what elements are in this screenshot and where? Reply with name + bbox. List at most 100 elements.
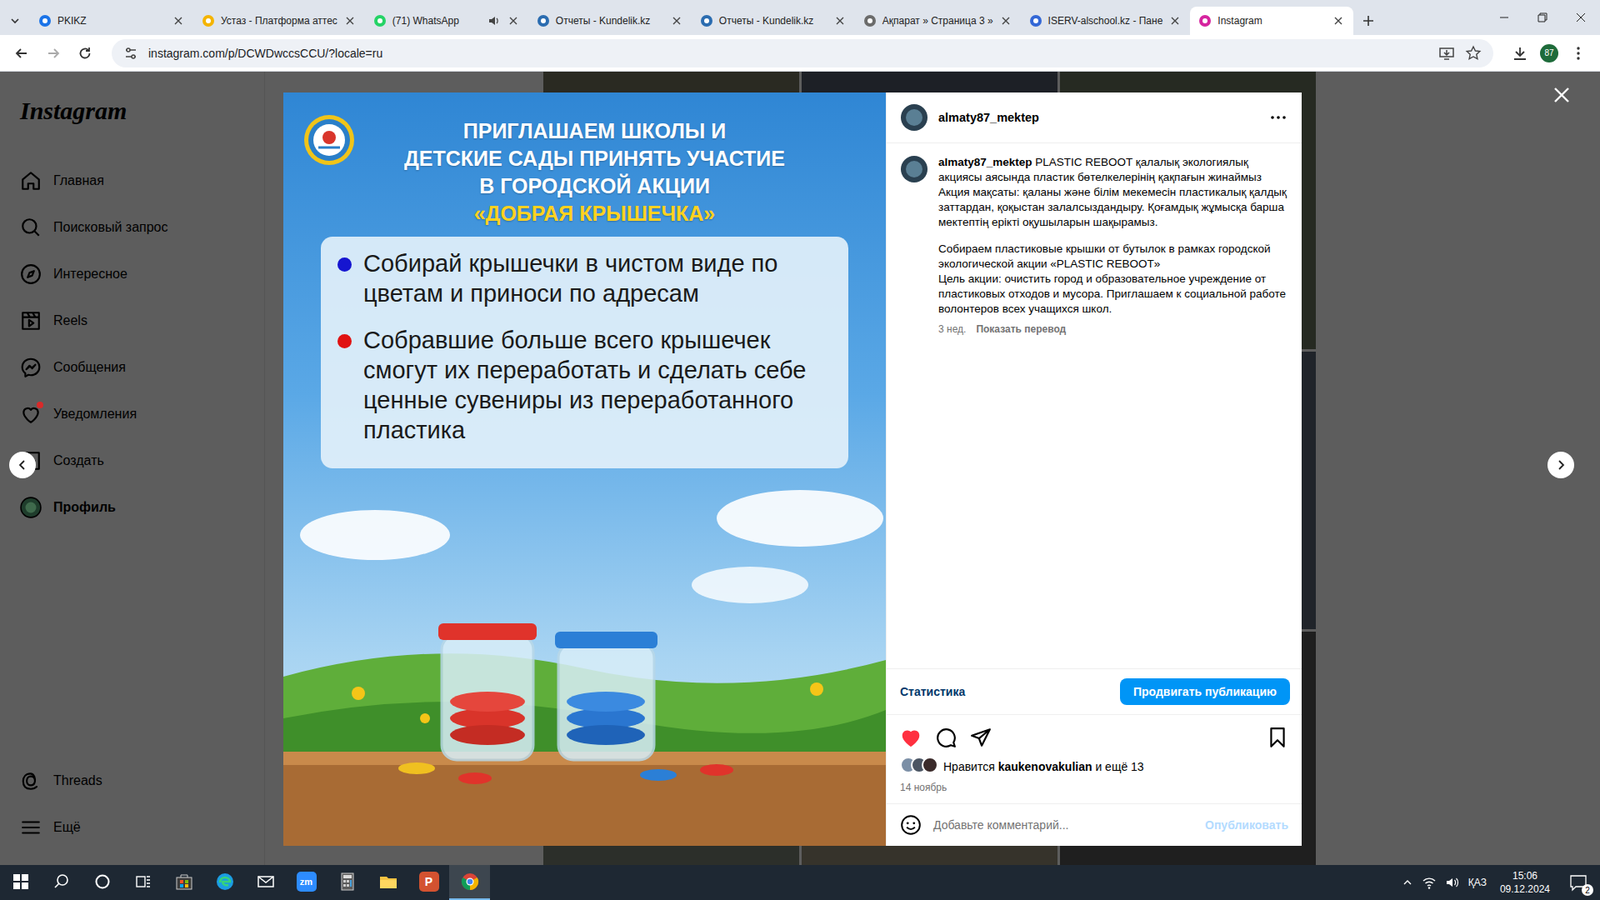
nav-icon [20,170,42,192]
download-icon[interactable] [1511,45,1529,62]
author-name[interactable]: almaty87_mektep [938,110,1040,125]
address-bar[interactable]: instagram.com/p/DCWDwccsCCU/?locale=ru [111,39,1494,68]
nav-item[interactable]: Reels [10,300,255,341]
restore-icon [1537,12,1548,23]
wifi-icon[interactable] [1421,875,1437,890]
nav-item[interactable]: Уведомления [10,394,255,435]
close-tab-icon[interactable] [833,14,847,28]
cortana-button[interactable] [81,865,123,900]
browser-tab[interactable]: Устаз - Платформа аттес [193,6,365,35]
back-icon[interactable] [13,45,30,62]
language-indicator[interactable]: ҚАЗ [1468,876,1487,889]
restore-button[interactable] [1523,0,1562,35]
close-tab-icon[interactable] [1331,14,1345,28]
tab-label: Устаз - Платформа аттес [220,15,338,27]
caption-author[interactable]: almaty87_mektep [938,155,1033,169]
start-button[interactable] [0,865,41,900]
nav-item[interactable]: Threads [10,760,255,801]
bullet-dot [337,257,352,272]
instagram-logo[interactable]: Instagram [10,96,255,139]
bookmark-icon[interactable] [1266,726,1289,749]
statistics-link[interactable]: Статистика [900,685,965,699]
new-tab-button[interactable] [1353,6,1384,35]
nav-item[interactable]: Ещё [10,807,255,848]
more-options-icon[interactable] [1268,107,1289,128]
site-info-icon[interactable] [123,45,139,61]
nav-item[interactable]: Создать [10,440,255,481]
close-tab-icon[interactable] [171,14,185,28]
close-window-button[interactable] [1561,0,1600,35]
nav-label: Главная [53,173,105,189]
stats-row: Статистика Продвигать публикацию [886,668,1302,715]
close-tab-icon[interactable] [343,14,357,28]
comment-input[interactable]: Добавьте комментарий... [933,818,1194,832]
tab-label: ISERV-alschool.kz - Пане [1048,15,1164,27]
taskbar-app[interactable] [367,865,409,900]
browser-tab[interactable]: Ақпарат » Страница 3 » [855,6,1021,35]
forward-icon[interactable] [45,45,62,62]
star-icon[interactable] [1465,45,1482,62]
close-modal-button[interactable] [1548,81,1575,109]
share-icon[interactable] [970,726,992,749]
speaker-icon[interactable] [487,14,501,28]
browser-tab[interactable]: Instagram [1190,6,1354,35]
heart-icon[interactable] [900,726,922,749]
taskbar-app[interactable] [163,865,205,900]
publish-button[interactable]: Опубликовать [1205,818,1289,832]
comment-icon[interactable] [935,726,957,749]
author-avatar-icon[interactable] [900,103,929,132]
reload-icon[interactable] [76,45,94,62]
tab-search-button[interactable] [0,6,30,35]
caption-paragraph: almaty87_mektep PLASTIC REBOOT қалалық э… [938,155,1289,230]
taskbar-app[interactable]: zm [285,865,327,900]
tab-strip: PKIKZ Устаз - Платформа аттес (71) WhatsAp… [0,0,1600,35]
browser-tab[interactable]: ISERV-alschool.kz - Пане [1020,6,1191,35]
post-actions [886,714,1302,755]
chevron-up-icon[interactable] [1401,876,1414,889]
nav-item[interactable]: Поисковый запрос [10,207,255,248]
browser-tab[interactable]: (71) WhatsApp [365,6,529,35]
nav-item[interactable]: Главная [10,160,255,201]
browser-tab[interactable]: PKIKZ [30,6,194,35]
browser-toolbar: instagram.com/p/DCWDwccsCCU/?locale=ru 87 [0,35,1600,72]
nav-label: Создать [53,453,105,469]
search-button[interactable] [40,865,82,900]
taskbar-app[interactable]: P [408,865,450,900]
nav-item[interactable]: Сообщения [10,347,255,388]
profile-badge[interactable]: 87 [1540,44,1559,63]
avatars-icon [900,756,939,774]
emoji-icon[interactable] [900,814,922,836]
cortana-icon [94,873,111,890]
close-tab-icon[interactable] [506,14,520,28]
clock-time: 15:06 [1512,869,1538,883]
menu-dots-icon[interactable] [1570,45,1587,62]
taskbar-app[interactable] [245,865,286,900]
poster-info-box: Собирай крышечки в чистом виде по цветам… [320,236,849,469]
notification-center-button[interactable]: 2 [1563,867,1594,898]
close-tab-icon[interactable] [999,14,1013,28]
nav-item[interactable]: Профиль [10,487,255,528]
taskbar-app[interactable] [449,865,490,900]
close-tab-icon[interactable] [670,14,684,28]
install-icon[interactable] [1438,45,1455,62]
task-view-button[interactable] [122,865,164,900]
browser-tab[interactable]: Отчеты - Kundelik.kz [691,6,855,35]
taskbar-app[interactable] [204,865,245,900]
instagram-page: Instagram Главная Поисковый запрос Интересн… [0,71,1600,865]
close-tab-icon[interactable] [1168,14,1182,28]
browser-tab[interactable]: Отчеты - Kundelik.kz [528,6,692,35]
next-post-button[interactable] [1547,451,1575,479]
show-translation-link[interactable]: Показать перевод [975,321,1066,337]
taskbar-app[interactable] [326,865,368,900]
author-avatar-icon[interactable] [900,155,929,184]
nav-item[interactable]: Интересное [10,254,255,295]
nav-label: Интересное [53,266,128,282]
minimize-button[interactable] [1485,0,1524,35]
clock[interactable]: 15:0609.12.2024 [1495,869,1555,896]
bullet-text: Собирай крышечки в чистом виде по цветам… [363,248,832,309]
promote-button[interactable]: Продвигать публикацию [1120,678,1290,705]
likes-text[interactable]: Нравится kaukenovakulian и ещё 13 [943,760,1145,774]
caption-line: Акция мақсаты: қаланы және білім мекемес… [938,185,1289,230]
volume-icon[interactable] [1445,875,1460,890]
previous-post-button[interactable] [9,451,36,479]
